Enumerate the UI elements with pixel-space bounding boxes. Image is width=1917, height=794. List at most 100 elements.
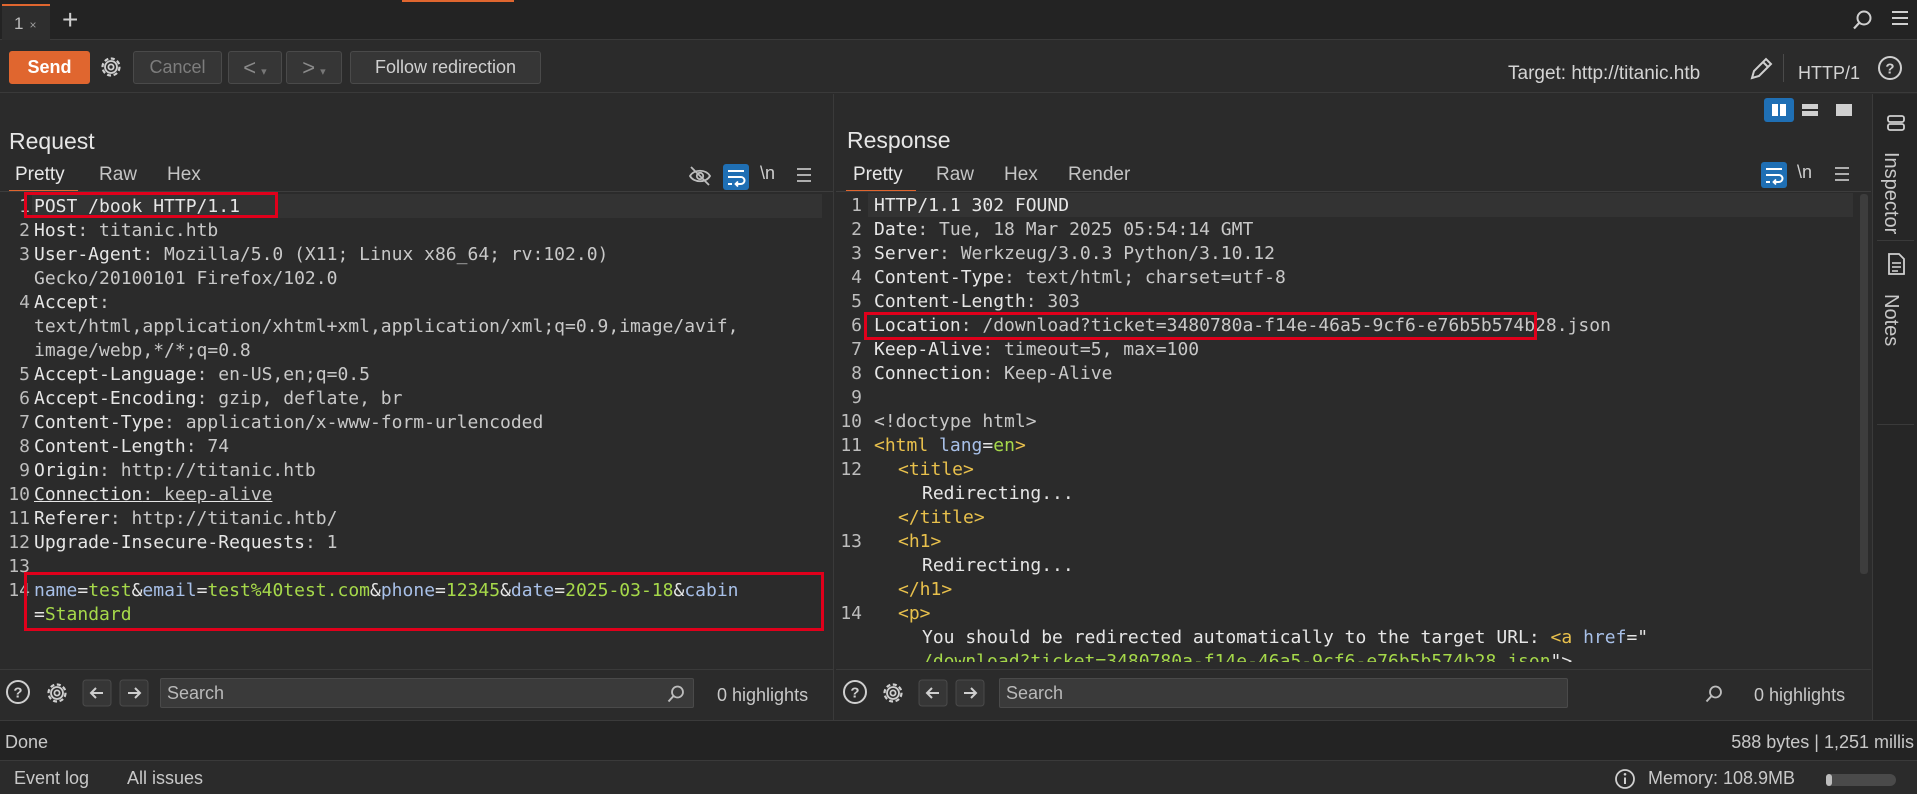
back-dropdown-icon[interactable]: ▾ <box>261 66 267 78</box>
header-name: Server <box>874 243 940 264</box>
header-value: : text/html; charset=utf-8 <box>1004 267 1286 288</box>
tab-request-hex[interactable]: Hex <box>167 164 201 186</box>
tab-request-pretty[interactable]: Pretty <box>15 164 65 186</box>
http-version-selector[interactable]: HTTP/1 <box>1798 63 1860 84</box>
next-match-arrow-icon[interactable] <box>119 679 149 707</box>
notes-tab[interactable]: Notes <box>1879 294 1902 346</box>
line-number: 6 <box>851 315 862 336</box>
attr-equals: =" <box>1626 627 1649 648</box>
header-server: Server: Werkzeug/3.0.3 Python/3.10.12 <box>874 243 1275 264</box>
gear-icon[interactable] <box>879 679 907 707</box>
header-content-type: Content-Type: text/html; charset=utf-8 <box>874 267 1286 288</box>
response-title: Response <box>847 127 951 153</box>
settings-gear-button[interactable] <box>96 51 126 84</box>
add-tab-icon[interactable]: + <box>62 6 78 34</box>
event-log-button[interactable]: Event log <box>14 768 89 789</box>
previous-match-arrow-icon[interactable] <box>82 679 112 707</box>
p-open-tag: <p> <box>898 603 931 624</box>
tab-response-pretty[interactable]: Pretty <box>853 164 903 186</box>
title-text: Redirecting... <box>922 483 1074 504</box>
send-button[interactable]: Send <box>9 51 90 84</box>
all-issues-button[interactable]: All issues <box>127 768 203 789</box>
paragraph-content: You should be redirected automatically t… <box>922 627 1551 648</box>
request-search-bar: ? Search 0 highlights <box>0 669 833 713</box>
edit-target-pencil-icon[interactable] <box>1748 56 1774 82</box>
annotation-box-location-header <box>864 312 1537 340</box>
response-menu-icon[interactable] <box>1833 165 1851 183</box>
help-icon[interactable]: ? <box>1877 55 1903 81</box>
header-wrap: image/webp,*/*;q=0.8 <box>34 340 251 361</box>
header-accept-encoding: Accept-Encoding: gzip, deflate, br <box>34 388 402 409</box>
response-scrollbar[interactable] <box>1860 194 1868 574</box>
header-value: : Mozilla/5.0 (X11; Linux x86_64; rv:102… <box>142 244 609 265</box>
href-value-line: /download?ticket=3480780a-f14e-46a5-9cf6… <box>922 651 1583 662</box>
response-search-input[interactable]: Search <box>999 678 1568 708</box>
hide-nonprinting-eye-icon[interactable] <box>688 164 712 188</box>
line-number: 12 <box>840 459 862 480</box>
tab-response-raw[interactable]: Raw <box>936 164 974 186</box>
line-number: 7 <box>19 412 30 433</box>
line-number: 5 <box>19 364 30 385</box>
follow-redirection-button[interactable]: Follow redirection <box>350 51 541 84</box>
request-menu-icon[interactable] <box>795 166 813 184</box>
response-view-tabs: Pretty Raw Hex Render <box>836 164 1871 192</box>
inspector-icon[interactable] <box>1885 112 1907 134</box>
header-name: Accept-Language <box>34 364 197 385</box>
help-icon[interactable]: ? <box>842 679 868 705</box>
line-number: 4 <box>19 292 30 313</box>
cancel-button[interactable]: Cancel <box>133 51 222 84</box>
back-navigation-button[interactable]: < ▾ <box>228 51 282 84</box>
repeater-toolbar: Send Cancel < ▾ > ▾ Follow redirection T… <box>0 41 1917 93</box>
next-match-arrow-icon[interactable] <box>955 679 985 707</box>
show-newlines-toggle[interactable]: \n <box>760 163 775 184</box>
search-icon <box>1705 685 1722 703</box>
close-tab-icon[interactable]: × <box>29 18 36 32</box>
bottom-bar: Event log All issues Memory: 108.9MB <box>0 760 1917 794</box>
forward-navigation-button[interactable]: > ▾ <box>286 51 342 84</box>
header-value: : 303 <box>1025 291 1080 312</box>
wrap-lines-icon[interactable] <box>1761 162 1787 188</box>
previous-match-arrow-icon[interactable] <box>918 679 948 707</box>
help-icon[interactable]: ? <box>5 679 31 705</box>
tag-bracket: ">. <box>1550 651 1584 662</box>
attr-name: lang <box>939 435 983 456</box>
header-value: : Keep-Alive <box>982 363 1113 384</box>
attr-name: href <box>1583 627 1627 648</box>
header-user-agent: User-Agent: Mozilla/5.0 (X11; Linux x86_… <box>34 244 608 265</box>
header-connection: Connection: keep-alive <box>34 484 272 505</box>
header-accept: Accept: <box>34 292 110 313</box>
line-number: 13 <box>840 531 862 552</box>
request-title: Request <box>9 128 95 154</box>
search-icon[interactable] <box>1852 9 1874 31</box>
header-value: : http://titanic.htb <box>99 460 316 481</box>
response-editor[interactable]: 1 2 3 4 5 6 7 8 9 10 11 12 13 14 HTTP/1.… <box>836 192 1871 662</box>
request-editor[interactable]: 1 2 3 4 5 6 7 8 9 10 11 12 13 14 POST /b… <box>0 192 833 662</box>
attr-equals: = <box>982 435 994 456</box>
wrap-lines-icon[interactable] <box>723 164 749 190</box>
line-number: 5 <box>851 291 862 312</box>
header-value: : 74 <box>185 436 230 457</box>
header-connection: Connection: Keep-Alive <box>874 363 1112 384</box>
tab-request-raw[interactable]: Raw <box>99 164 137 186</box>
line-number: 3 <box>851 243 862 264</box>
line-number: 9 <box>19 460 30 481</box>
svg-text:?: ? <box>1885 61 1894 78</box>
request-search-input[interactable]: Search <box>160 678 694 708</box>
show-newlines-toggle[interactable]: \n <box>1797 162 1812 183</box>
tab-response-render[interactable]: Render <box>1068 164 1130 186</box>
target-url: Target: http://titanic.htb <box>1508 63 1701 84</box>
header-accept-language: Accept-Language: en-US,en;q=0.5 <box>34 364 370 385</box>
gear-icon[interactable] <box>43 679 71 707</box>
tab-label: 1 <box>14 14 24 33</box>
tab-strip: 1 × + <box>0 0 1917 40</box>
tab-response-hex[interactable]: Hex <box>1004 164 1038 186</box>
line-number: 10 <box>840 411 862 432</box>
header-value: : en-US,en;q=0.5 <box>196 364 370 385</box>
header-origin: Origin: http://titanic.htb <box>34 460 316 481</box>
inspector-tab[interactable]: Inspector <box>1879 152 1902 234</box>
menu-icon[interactable] <box>1890 8 1910 28</box>
notes-document-icon[interactable] <box>1885 252 1907 276</box>
repeater-tab-1[interactable]: 1 × <box>2 4 50 40</box>
forward-dropdown-icon[interactable]: ▾ <box>320 66 326 78</box>
layout-toggle-icons[interactable] <box>1764 98 1860 122</box>
